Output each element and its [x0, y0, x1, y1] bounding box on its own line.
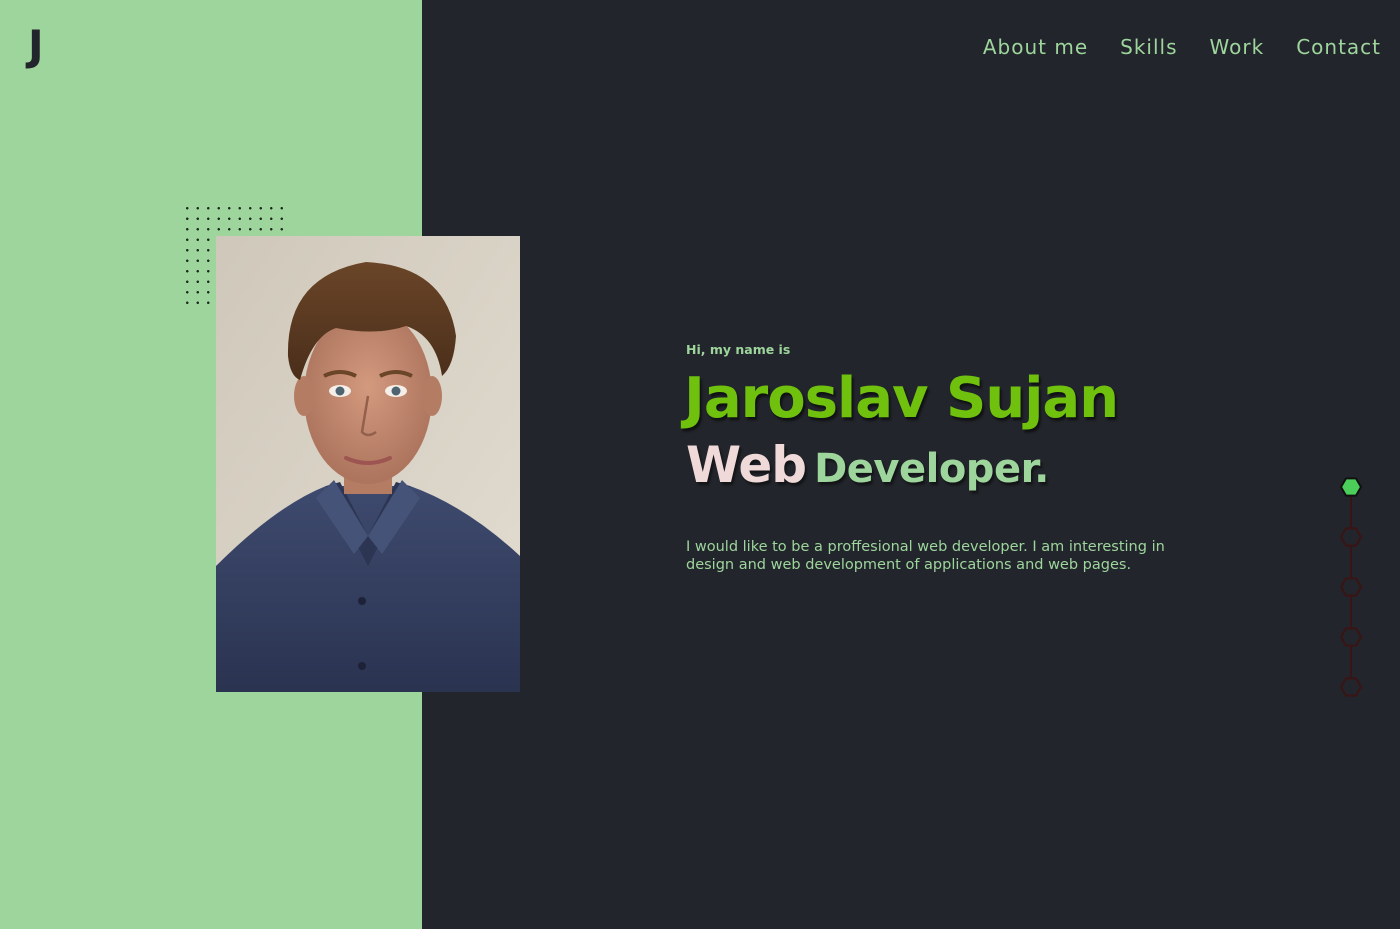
hero-name: Jaroslav Sujan — [684, 366, 1119, 431]
nav-link-contact[interactable]: Contact — [1296, 34, 1381, 60]
logo[interactable]: J — [28, 22, 44, 70]
nav-link-skills[interactable]: Skills — [1120, 34, 1177, 60]
section-dot-4[interactable] — [1339, 627, 1363, 647]
role-word-web: Web — [686, 436, 807, 494]
section-dot-2[interactable] — [1339, 527, 1363, 547]
main-nav: About me Skills Work Contact — [983, 34, 1381, 60]
page: J About me Skills Work Contact Hi, my na… — [0, 0, 1400, 929]
hero-section: Hi, my name is Jaroslav Sujan Web Develop… — [684, 340, 1206, 574]
intro-paragraph: I would like to be a proffesional web de… — [686, 539, 1165, 573]
hero-role: Web Developer. — [686, 436, 1206, 504]
profile-photo — [216, 236, 520, 692]
section-dot-3[interactable] — [1339, 577, 1363, 597]
greeting-text: Hi, my name is — [686, 342, 791, 357]
nav-link-about-me[interactable]: About me — [983, 34, 1088, 60]
role-word-developer: Developer. — [814, 446, 1049, 492]
nav-link-work[interactable]: Work — [1210, 34, 1265, 60]
section-indicator — [1339, 477, 1363, 697]
section-dot-1[interactable] — [1339, 477, 1363, 497]
section-dot-5[interactable] — [1339, 677, 1363, 697]
